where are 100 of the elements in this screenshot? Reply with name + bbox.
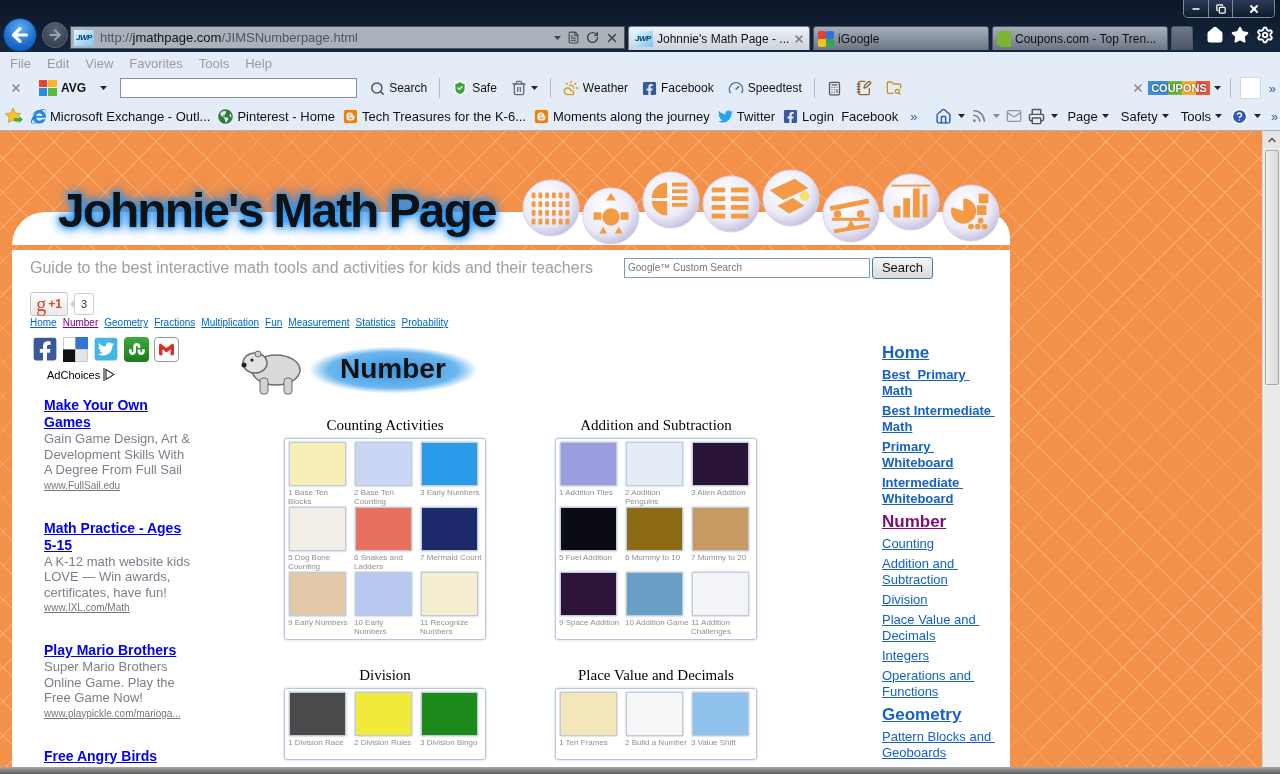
side-nav-link[interactable]: Home — [882, 342, 994, 363]
toolbar-search-button[interactable]: Search — [363, 76, 435, 100]
side-nav-link[interactable]: Best Intermediate Math — [882, 403, 994, 435]
topic-link[interactable]: Number — [62, 317, 99, 328]
star-arrow-icon[interactable] — [5, 108, 23, 124]
topic-link[interactable]: Multiplication — [201, 317, 260, 328]
thumbnail-placeholder[interactable] — [626, 507, 683, 551]
command-menu-button[interactable]: Page — [1064, 108, 1112, 124]
twitter-icon[interactable] — [93, 336, 119, 362]
close-icon[interactable] — [10, 82, 22, 94]
plus-one-button[interactable]: g+1 — [30, 292, 68, 316]
thumbnail-placeholder[interactable] — [560, 442, 617, 486]
ad-title-link[interactable]: Free Angry Birds — [44, 747, 192, 765]
thumbnail-placeholder[interactable] — [289, 572, 346, 616]
thumbnail-placeholder[interactable] — [692, 692, 749, 736]
printer-icon[interactable] — [1028, 107, 1046, 125]
thumbnail-placeholder[interactable] — [289, 692, 346, 736]
side-nav-link[interactable]: Pattern Blocks and Geoboards — [882, 729, 994, 761]
ad-url-link[interactable]: www.IXL.com/Math — [44, 602, 192, 614]
back-button[interactable] — [3, 18, 37, 52]
thumbnail-placeholder[interactable] — [626, 572, 683, 616]
browser-tab[interactable]: Coupons.com - Top Tren... — [992, 26, 1168, 50]
side-nav-link[interactable]: Division — [882, 592, 994, 608]
thumbnail-placeholder[interactable] — [421, 507, 478, 551]
ad-url-link[interactable]: www.FullSail.edu — [44, 479, 192, 492]
facebook-button[interactable]: Facebook — [635, 76, 721, 100]
thumbnail-placeholder[interactable] — [289, 507, 346, 551]
caret-icon[interactable] — [958, 114, 966, 118]
favorite-link[interactable]: Tech Treasures for the K-6... — [342, 108, 526, 124]
topic-link[interactable]: Statistics — [355, 317, 396, 328]
thumbnail-placeholder[interactable] — [421, 692, 478, 736]
speedtest-button[interactable]: Speedtest — [720, 76, 809, 100]
thumbnail-placeholder[interactable] — [355, 442, 412, 486]
side-nav-link[interactable]: Best Primary Math — [882, 367, 994, 399]
stumbleupon-icon[interactable] — [124, 336, 149, 362]
thumbnail-placeholder[interactable] — [560, 572, 617, 616]
weather-button[interactable]: Weather — [555, 76, 635, 100]
thumbnail-placeholder[interactable] — [355, 507, 412, 551]
favorite-link[interactable]: Microsoft Exchange - Outl... — [31, 108, 211, 124]
more-button[interactable]: » — [1264, 81, 1280, 95]
close-icon[interactable] — [793, 32, 806, 45]
bar-chart-ball-icon[interactable] — [881, 173, 940, 231]
ad-url-link[interactable]: www.playpickle.com/marioga... — [44, 707, 192, 720]
topic-link[interactable]: Geometry — [104, 317, 149, 328]
ad-title-link[interactable]: Math Practice - Ages 5-15 — [44, 519, 192, 554]
settings-icon[interactable] — [1256, 26, 1274, 44]
thumbnail-placeholder[interactable] — [692, 572, 749, 616]
restore-button[interactable] — [1208, 0, 1232, 17]
side-nav-link[interactable]: Primary Whiteboard — [882, 439, 994, 471]
brand-menu-button[interactable]: AVG — [32, 76, 115, 100]
star-icon[interactable] — [1231, 26, 1249, 44]
minimize-button[interactable] — [1184, 0, 1208, 17]
facebook-icon[interactable] — [32, 336, 58, 362]
side-nav-link[interactable]: Addition and Subtraction — [882, 556, 994, 588]
ad-title-link[interactable]: Make Your Own Games — [44, 397, 192, 431]
thumbnail-placeholder[interactable] — [355, 572, 412, 616]
adchoices-label[interactable]: AdChoices — [47, 368, 101, 381]
thumbnail-placeholder[interactable] — [421, 442, 478, 486]
tiles-ball-icon[interactable] — [761, 169, 820, 227]
browser-tab[interactable]: JWP Johnnie's Math Page - ... — [628, 26, 810, 50]
topic-link[interactable]: Fun — [265, 317, 283, 328]
thumbnail-placeholder[interactable] — [626, 442, 683, 486]
search-button[interactable]: Search — [872, 256, 933, 279]
side-nav-link[interactable]: Integers — [882, 648, 994, 664]
scrollbar-thumb[interactable] — [1264, 150, 1279, 385]
help-icon[interactable] — [1231, 107, 1249, 125]
more-button[interactable]: » — [906, 109, 922, 123]
pie-bars-ball-icon[interactable] — [641, 171, 700, 229]
caret-icon[interactable] — [1051, 114, 1059, 118]
thumbnail-placeholder[interactable] — [692, 507, 749, 551]
seesaw-ball-icon[interactable] — [821, 185, 880, 243]
topic-link[interactable]: Measurement — [288, 317, 350, 328]
forward-button[interactable] — [42, 22, 68, 48]
gmail-icon[interactable] — [154, 336, 179, 362]
dots-ball-icon[interactable] — [521, 179, 580, 237]
thumbnail-placeholder[interactable] — [289, 442, 346, 486]
favorite-link[interactable]: Twitter — [717, 108, 776, 124]
side-nav-link[interactable]: Geometry — [882, 704, 994, 725]
thumbnail-placeholder[interactable] — [560, 692, 617, 736]
more-button[interactable]: » — [1267, 109, 1280, 123]
delicious-icon[interactable] — [63, 336, 88, 362]
lines-ball-icon[interactable] — [701, 175, 760, 233]
feed-icon[interactable] — [971, 108, 988, 124]
thumbnail-placeholder[interactable] — [626, 692, 683, 736]
side-nav-link[interactable]: Operations and Functions — [882, 668, 994, 700]
thumbnail-placeholder[interactable] — [421, 572, 478, 616]
command-menu-button[interactable]: Safety — [1117, 108, 1172, 124]
scroll-up-button[interactable] — [1263, 131, 1280, 148]
side-nav-link[interactable]: Intermediate Whiteboard — [882, 475, 994, 507]
topic-link[interactable]: Fractions — [154, 317, 196, 328]
side-nav-link[interactable]: Counting — [882, 536, 994, 552]
topic-link[interactable]: Probability — [401, 317, 449, 328]
favorite-link[interactable]: Login Facebook — [783, 108, 899, 124]
new-tab-button[interactable] — [1171, 26, 1193, 50]
browser-tab[interactable]: iGoogle — [813, 26, 989, 50]
side-nav-link[interactable]: Place Value and Decimals — [882, 612, 994, 644]
close-button[interactable] — [1232, 0, 1274, 17]
toolbar-search-field[interactable] — [120, 78, 358, 98]
adchoices-icon[interactable] — [103, 368, 116, 381]
site-search-field[interactable]: Google™ Custom Search — [624, 257, 870, 278]
